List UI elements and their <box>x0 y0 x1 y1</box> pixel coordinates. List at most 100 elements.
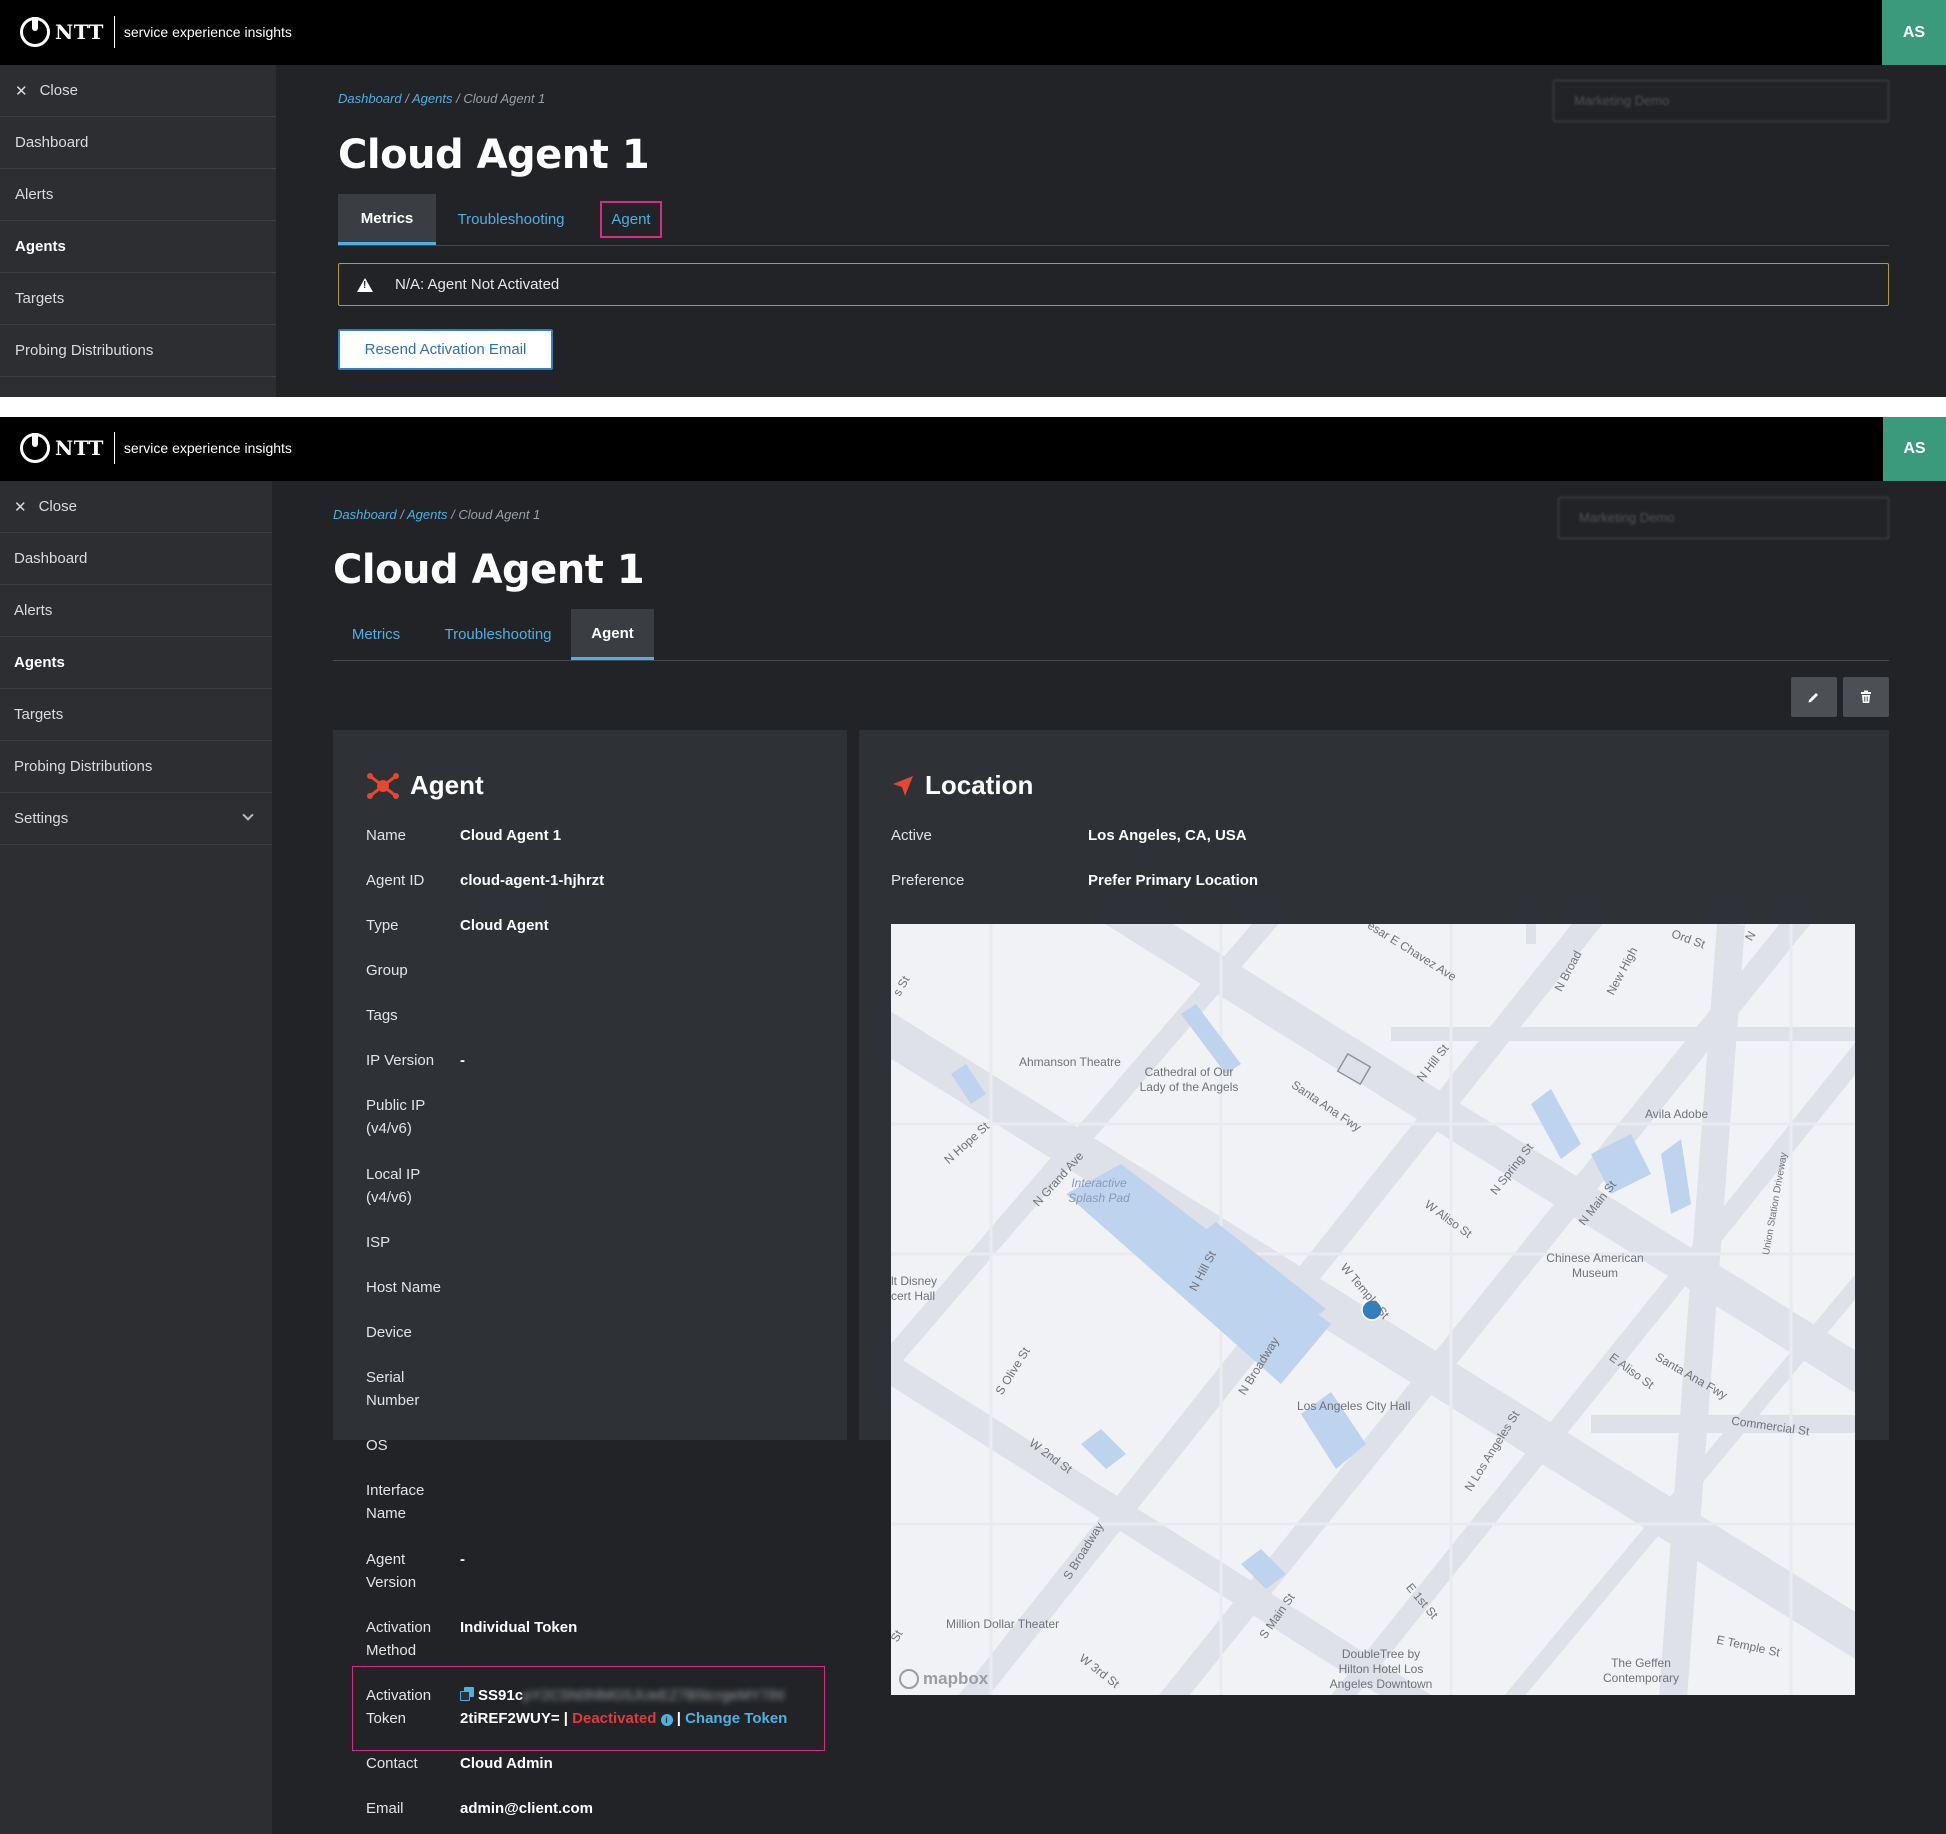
map-label-city-hall: Los Angeles City Hall <box>1297 1399 1411 1413</box>
tab-troubleshooting[interactable]: Troubleshooting <box>446 194 576 245</box>
sidebar-close[interactable]: ✕ Close <box>0 481 272 533</box>
tab-metrics-label: Metrics <box>360 209 414 227</box>
sidebar-item-agents[interactable]: Agents <box>0 221 276 273</box>
field-label-email: Email <box>366 1800 404 1817</box>
user-avatar[interactable]: AS <box>1883 417 1946 481</box>
tab-agent[interactable]: Agent <box>571 609 654 660</box>
ntt-logo[interactable]: NTT service experience insights <box>20 432 292 464</box>
pencil-icon <box>1808 693 1818 703</box>
alert-text: N/A: Agent Not Activated <box>395 276 560 293</box>
field-label-activation-token: Activation Token <box>366 1687 432 1727</box>
field-label-activation-method: Activation Method <box>366 1619 432 1659</box>
mapbox-attribution[interactable]: mapbox <box>899 1669 988 1689</box>
breadcrumb-dashboard[interactable]: Dashboard <box>333 507 397 522</box>
tab-metrics-label: Metrics <box>351 626 401 643</box>
map-label-geffen: The Geffen Contemporary <box>1602 1656 1680 1685</box>
sidebar-close[interactable]: ✕ Close <box>0 65 276 117</box>
field-label-host-name: Host Name <box>366 1279 442 1296</box>
close-icon: ✕ <box>14 498 27 516</box>
map-label-splash-pad: Interactive Splash Pad <box>1068 1176 1130 1205</box>
tab-metrics[interactable]: Metrics <box>338 194 436 245</box>
field-label-isp: ISP <box>366 1234 391 1251</box>
field-label-local-ip: Local IP (v4/v6) <box>366 1166 420 1206</box>
field-label-name: Name <box>366 827 407 844</box>
field-value-activation-token: SS91cpY2C5N0hlMG5JUeEZ7B5tcrgeMY7ihbWB 2… <box>460 1684 820 1730</box>
sidebar-item-probing-distributions[interactable]: Probing Distributions <box>0 741 272 793</box>
map-label-ahmanson: Ahmanson Theatre <box>1019 1055 1121 1069</box>
sidebar-item-probing-distributions[interactable]: Probing Distributions <box>0 325 276 377</box>
sidebar-item-targets[interactable]: Targets <box>0 273 276 325</box>
brand-name: NTT <box>55 20 104 44</box>
agent-card-header: Agent <box>366 770 484 801</box>
breadcrumb-separator: / <box>456 91 460 106</box>
brand-name: NTT <box>55 436 104 460</box>
user-avatar[interactable]: AS <box>1882 0 1946 65</box>
field-label-tags: Tags <box>366 1007 398 1024</box>
tab-agent[interactable]: Agent <box>594 194 668 245</box>
copy-icon[interactable] <box>460 1687 474 1701</box>
ntt-logo-icon <box>20 433 50 463</box>
field-value-type: Cloud Agent <box>460 917 549 934</box>
token-end: 2tiREF2WUY= <box>460 1710 560 1727</box>
field-label-ip-version: IP Version <box>366 1052 435 1069</box>
sidebar-item-settings[interactable]: Settings <box>0 793 272 845</box>
field-value-ip-version: - <box>460 1052 465 1069</box>
token-status-deactivated: Deactivated <box>572 1710 657 1727</box>
location-card-header: Location <box>891 770 1033 801</box>
org-selector-input[interactable]: Marketing Demo <box>1558 497 1889 539</box>
screenshot-metrics-tab: NTT service experience insights AS ✕ Clo… <box>0 0 1946 397</box>
sidebar-item-dashboard[interactable]: Dashboard <box>0 117 276 169</box>
sidebar-item-targets[interactable]: Targets <box>0 689 272 741</box>
breadcrumb-current: Cloud Agent 1 <box>463 91 546 106</box>
agent-card-title: Agent <box>410 770 484 800</box>
info-icon[interactable]: i <box>660 1714 673 1726</box>
tab-troubleshooting-label: Troubleshooting <box>457 211 565 228</box>
map-label-cathedral: Cathedral of Our Lady of the Angels <box>1139 1065 1239 1094</box>
top-bar: NTT service experience insights AS <box>0 417 1946 481</box>
brand-subtitle: service experience insights <box>123 440 292 456</box>
map-label-chinese-museum: Chinese American Museum <box>1546 1251 1644 1280</box>
location-card-title: Location <box>925 770 1034 800</box>
field-value-email: admin@client.com <box>460 1800 593 1817</box>
token-separator: | <box>563 1710 568 1727</box>
page-title: Cloud Agent 1 <box>333 547 645 593</box>
token-separator: | <box>676 1710 681 1727</box>
sidebar-item-alerts[interactable]: Alerts <box>0 169 276 221</box>
map-label-doubletree: DoubleTree by Hilton Hotel Los Angeles D… <box>1329 1647 1433 1691</box>
field-value-contact: Cloud Admin <box>460 1755 553 1772</box>
sidebar-item-agents[interactable]: Agents <box>0 637 272 689</box>
tab-troubleshooting[interactable]: Troubleshooting <box>433 609 563 660</box>
field-label-serial-number: Serial Number <box>366 1369 420 1409</box>
sidebar-item-settings-label: Settings <box>14 810 69 827</box>
edit-agent-button[interactable] <box>1791 677 1837 717</box>
map-label-million-dollar-theater: Million Dollar Theater <box>946 1617 1060 1631</box>
sidebar-close-label: Close <box>38 498 77 515</box>
change-token-link[interactable]: Change Token <box>685 1710 787 1727</box>
agent-hub-icon <box>367 772 399 799</box>
trash-icon <box>1861 690 1871 703</box>
sidebar-item-dashboard[interactable]: Dashboard <box>0 533 272 585</box>
breadcrumb-agents[interactable]: Agents <box>412 91 452 106</box>
field-label-type: Type <box>366 917 399 934</box>
org-selector-input[interactable]: Marketing Demo <box>1553 80 1889 122</box>
mapbox-attribution-label: mapbox <box>923 1669 989 1688</box>
ntt-logo[interactable]: NTT service experience insights <box>20 16 292 48</box>
map-label-avila-adobe: Avila Adobe <box>1645 1107 1709 1121</box>
resend-activation-email-button[interactable]: Resend Activation Email <box>338 329 553 370</box>
field-value-activation-method: Individual Token <box>460 1619 578 1636</box>
tab-metrics[interactable]: Metrics <box>333 609 419 660</box>
breadcrumb-current: Cloud Agent 1 <box>458 507 541 522</box>
location-map[interactable]: Ahmanson Theatre Cathedral of Our Lady o… <box>891 924 1855 1695</box>
delete-agent-button[interactable] <box>1843 677 1889 717</box>
location-value-preference: Prefer Primary Location <box>1088 872 1259 889</box>
breadcrumb-agents[interactable]: Agents <box>407 507 447 522</box>
field-label-device: Device <box>366 1324 412 1341</box>
tab-bar: Metrics Troubleshooting Agent <box>338 194 1889 246</box>
breadcrumb-dashboard[interactable]: Dashboard <box>338 91 402 106</box>
field-value-agent-version: - <box>460 1551 465 1568</box>
field-value-name: Cloud Agent 1 <box>460 827 562 844</box>
sidebar-item-alerts[interactable]: Alerts <box>0 585 272 637</box>
tab-agent-label: Agent <box>600 201 662 238</box>
breadcrumb: Dashboard / Agents / Cloud Agent 1 <box>333 507 540 522</box>
field-label-os: OS <box>366 1437 388 1454</box>
